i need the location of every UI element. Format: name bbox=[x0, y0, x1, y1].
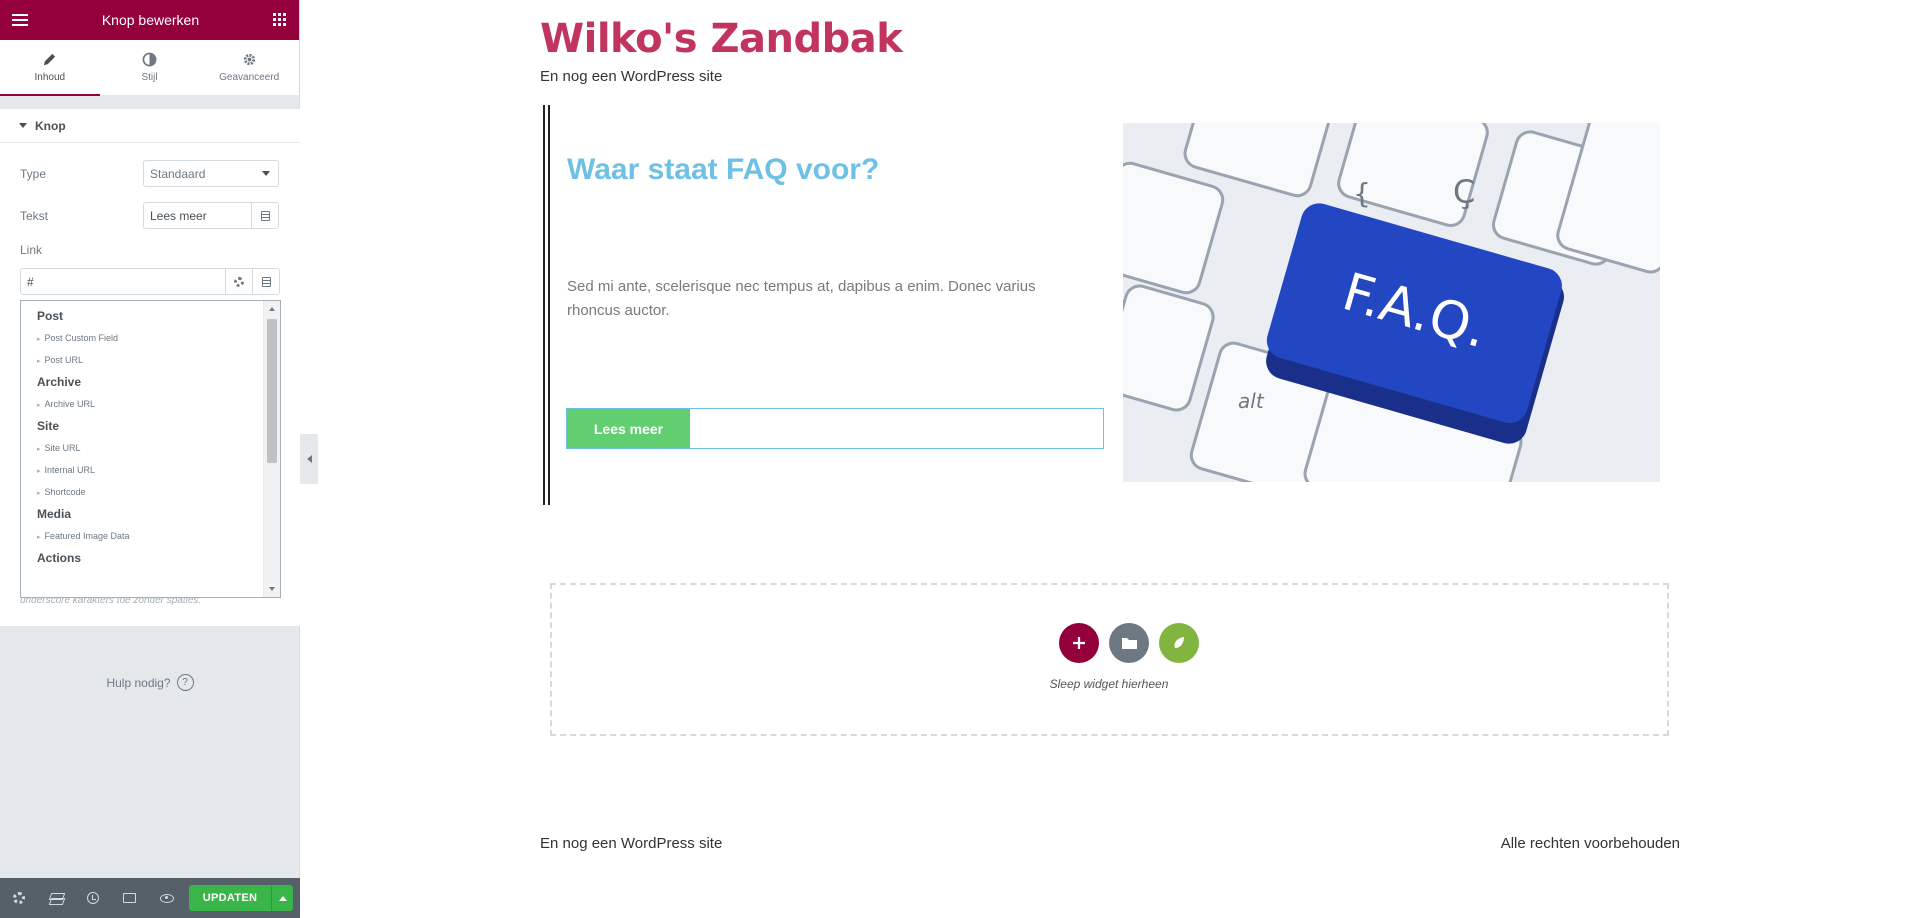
divider-line bbox=[543, 105, 545, 505]
plus-icon bbox=[1073, 637, 1085, 649]
collapse-panel-handle[interactable] bbox=[300, 434, 318, 484]
help-label: Hulp nodig? bbox=[106, 675, 171, 690]
dropdown-option[interactable]: Archive URL bbox=[21, 393, 263, 415]
history-button[interactable] bbox=[74, 878, 111, 918]
menu-icon[interactable] bbox=[12, 14, 28, 26]
panel-tabs: Inhoud Stijl Geavanceerd bbox=[0, 40, 299, 96]
add-template-button[interactable] bbox=[1109, 623, 1149, 663]
scroll-down-icon[interactable] bbox=[269, 587, 275, 591]
type-select[interactable]: Standaard bbox=[143, 160, 279, 187]
scroll-up-icon[interactable] bbox=[269, 307, 275, 311]
link-label: Link bbox=[20, 243, 43, 257]
footer-copyright: Alle rechten voorbehouden bbox=[1500, 835, 1680, 852]
site-title[interactable]: Wilko's Zandbak bbox=[540, 16, 903, 62]
divider-line bbox=[548, 105, 550, 505]
link-dynamic-tags-button[interactable] bbox=[252, 269, 279, 294]
tab-label: Geavanceerd bbox=[219, 72, 280, 83]
svg-text:Ç: Ç bbox=[1453, 173, 1475, 211]
caret-down-icon bbox=[19, 123, 27, 128]
database-icon bbox=[260, 210, 270, 221]
dropdown-list: Post Post Custom FieldPost URL Archive Arch… bbox=[21, 301, 263, 597]
envato-kit-button[interactable] bbox=[1159, 623, 1199, 663]
type-value: Standaard bbox=[150, 166, 206, 181]
type-label: Type bbox=[20, 166, 47, 181]
widgets-grid-icon[interactable] bbox=[272, 13, 287, 27]
settings-button[interactable] bbox=[0, 878, 37, 918]
dropdown-group-label: Archive bbox=[37, 375, 82, 389]
faq-heading[interactable]: Waar staat FAQ voor? bbox=[567, 153, 879, 187]
text-control: Tekst Lees meer bbox=[20, 202, 279, 229]
lees-meer-button[interactable]: Lees meer bbox=[567, 409, 690, 448]
selected-button-widget[interactable]: Lees meer bbox=[566, 408, 1104, 449]
footer-tagline: En nog een WordPress site bbox=[540, 835, 723, 852]
panel-header: Knop bewerken bbox=[0, 0, 299, 40]
dropdown-option[interactable]: Shortcode bbox=[21, 481, 263, 503]
preview-button[interactable] bbox=[148, 878, 185, 918]
dropdown-option[interactable]: Site URL bbox=[21, 437, 263, 459]
gear-icon bbox=[234, 276, 244, 287]
update-options-button[interactable] bbox=[271, 885, 293, 911]
monitor-icon bbox=[123, 893, 136, 903]
gear-icon bbox=[243, 53, 255, 66]
tab-label: Inhoud bbox=[34, 72, 66, 83]
link-input[interactable]: # bbox=[20, 268, 280, 295]
responsive-button[interactable] bbox=[111, 878, 148, 918]
tab-stijl[interactable]: Stijl bbox=[100, 40, 200, 95]
update-button[interactable]: UPDATEN bbox=[189, 885, 271, 911]
chevron-down-icon bbox=[262, 171, 270, 176]
dropdown-scrollbar[interactable] bbox=[263, 301, 280, 597]
tab-inhoud[interactable]: Inhoud bbox=[0, 40, 100, 96]
layers-icon bbox=[50, 893, 62, 903]
navigator-button[interactable] bbox=[37, 878, 74, 918]
faq-keyboard-image[interactable]: F.A.Q. { Ç alt bbox=[1123, 123, 1660, 482]
site-tagline: En nog een WordPress site bbox=[540, 68, 723, 85]
database-icon bbox=[261, 276, 271, 287]
type-control: Type Standaard bbox=[20, 160, 279, 187]
gear-icon bbox=[12, 892, 25, 904]
chevron-left-icon bbox=[306, 455, 312, 463]
help-link[interactable]: Hulp nodig? ? bbox=[0, 674, 300, 691]
dropzone-text: Sleep widget hierheen bbox=[1049, 677, 1169, 691]
dropdown-option[interactable]: Featured Image Data bbox=[21, 525, 263, 547]
section-title: Knop bbox=[35, 118, 66, 133]
panel-title: Knop bewerken bbox=[101, 12, 200, 28]
link-value[interactable]: # bbox=[21, 269, 225, 294]
editor-panel: Knop bewerken Inhoud Stijl Geavanceerd K… bbox=[0, 0, 300, 918]
eye-icon bbox=[159, 893, 174, 903]
dropdown-option[interactable]: Internal URL bbox=[21, 459, 263, 481]
empty-section-dropzone[interactable] bbox=[550, 583, 1669, 736]
scroll-thumb[interactable] bbox=[267, 319, 277, 463]
contrast-icon bbox=[142, 52, 157, 67]
add-section-button[interactable] bbox=[1059, 623, 1099, 663]
pencil-icon bbox=[44, 53, 56, 66]
dropdown-group-label: Actions bbox=[37, 551, 82, 565]
link-options-button[interactable] bbox=[225, 269, 252, 294]
question-icon: ? bbox=[176, 674, 194, 691]
history-icon bbox=[86, 892, 99, 904]
svg-text:{: { bbox=[1353, 177, 1371, 210]
dropdown-option[interactable]: Post URL bbox=[21, 349, 263, 371]
text-label: Tekst bbox=[20, 208, 49, 223]
text-value[interactable]: Lees meer bbox=[144, 203, 251, 228]
section-knop-toggle[interactable]: Knop bbox=[0, 109, 300, 143]
dynamic-tags-dropdown[interactable]: Post Post Custom FieldPost URL Archive Arch… bbox=[20, 300, 281, 598]
text-input[interactable]: Lees meer bbox=[143, 202, 279, 229]
tab-geavanceerd[interactable]: Geavanceerd bbox=[199, 40, 299, 95]
faq-text[interactable]: Sed mi ante, scelerisque nec tempus at, … bbox=[567, 275, 1067, 323]
panel-footer: UPDATEN bbox=[0, 878, 300, 918]
dynamic-tags-button[interactable] bbox=[251, 203, 278, 228]
caret-up-icon bbox=[278, 895, 287, 901]
svg-text:alt: alt bbox=[1238, 389, 1265, 413]
dropdown-group-label: Site bbox=[37, 419, 60, 433]
leaf-icon bbox=[1174, 637, 1184, 648]
dropdown-option[interactable]: Post Custom Field bbox=[21, 327, 263, 349]
folder-icon bbox=[1121, 638, 1137, 649]
tab-label: Stijl bbox=[141, 72, 158, 83]
dropdown-group-label: Post bbox=[37, 309, 64, 323]
dropdown-group-label: Media bbox=[37, 507, 72, 521]
